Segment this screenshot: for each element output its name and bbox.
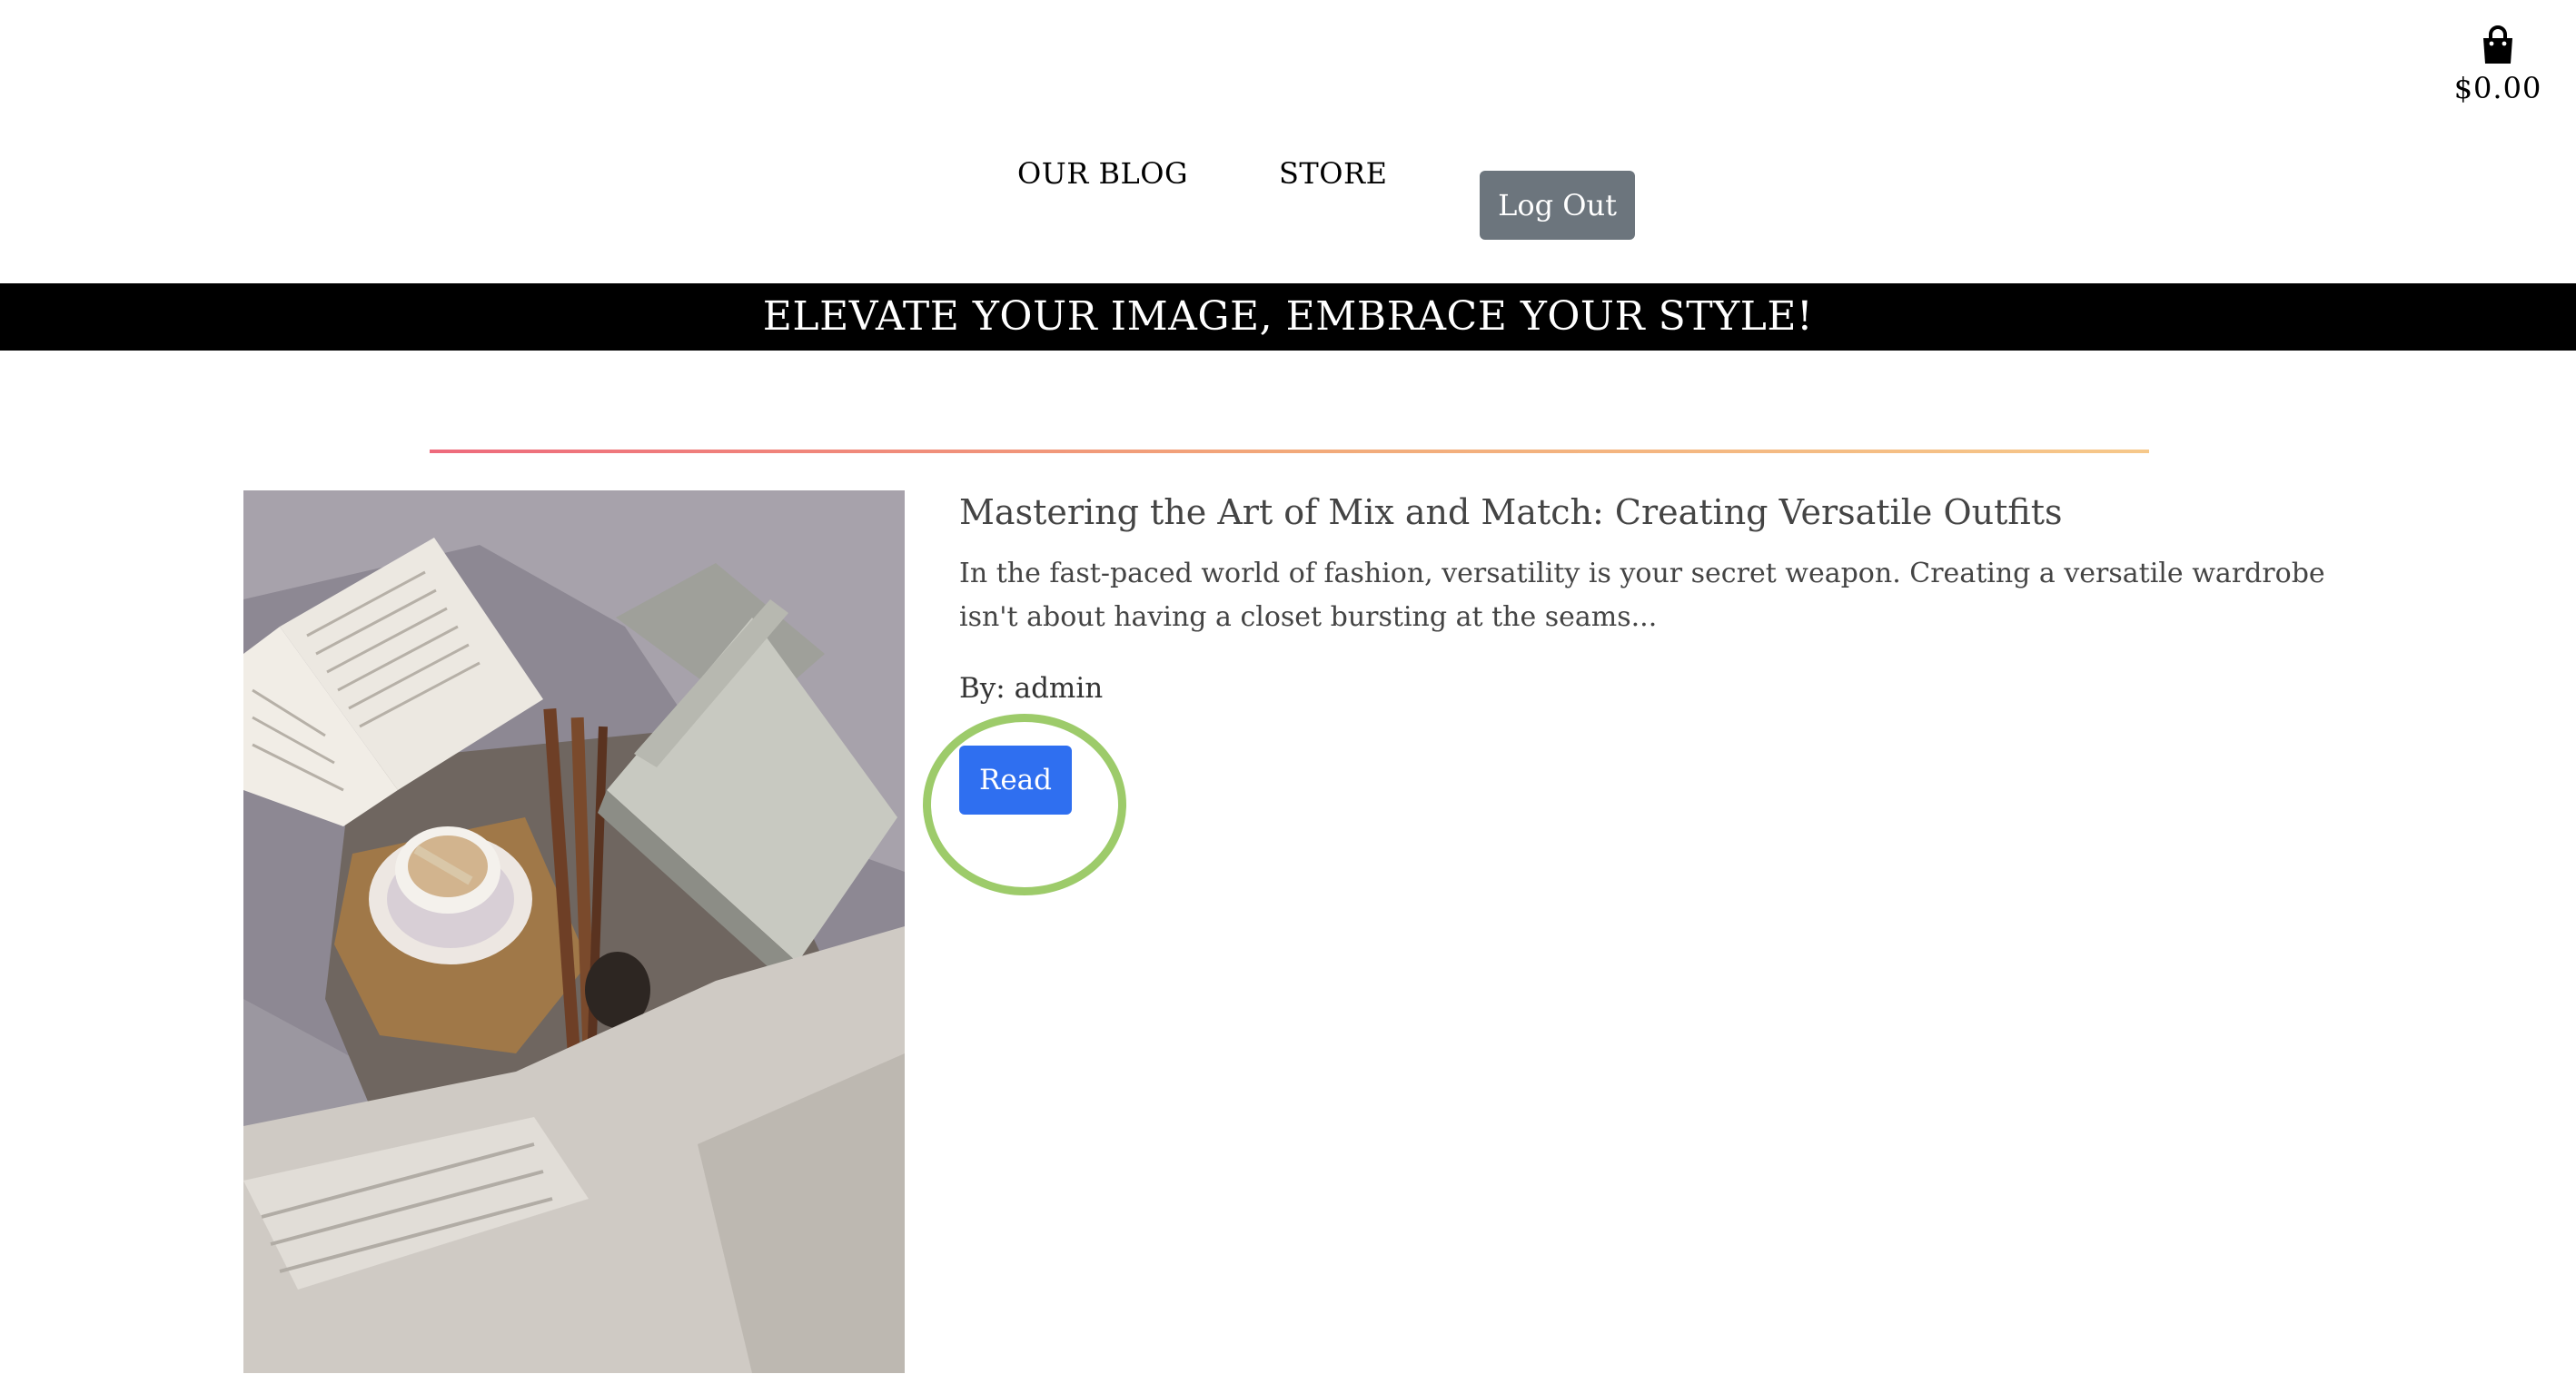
cart-summary[interactable]: $0.00 <box>2434 25 2561 105</box>
post-excerpt: In the fast-paced world of fashion, vers… <box>959 558 2325 633</box>
nav-link-our-blog[interactable]: OUR BLOG <box>1017 156 1188 191</box>
main-nav: OUR BLOG STORE Log Out <box>0 156 2576 247</box>
post-title[interactable]: Mastering the Art of Mix and Match: Crea… <box>959 487 2340 538</box>
tagline-banner: ELEVATE YOUR IMAGE, EMBRACE YOUR STYLE! <box>0 283 2576 351</box>
cart-total: $0.00 <box>2453 71 2542 105</box>
gradient-divider <box>430 450 2149 453</box>
logout-button[interactable]: Log Out <box>1480 171 1635 240</box>
post-photo-illustration <box>243 490 905 1373</box>
nav-link-store[interactable]: STORE <box>1279 156 1387 191</box>
read-button[interactable]: Read <box>959 746 1072 815</box>
post-content: Mastering the Art of Mix and Match: Crea… <box>959 487 2340 710</box>
post-thumbnail-image[interactable] <box>243 490 905 1373</box>
post-author: By: admin <box>959 672 1104 705</box>
shopping-bag-icon[interactable] <box>2480 25 2516 65</box>
